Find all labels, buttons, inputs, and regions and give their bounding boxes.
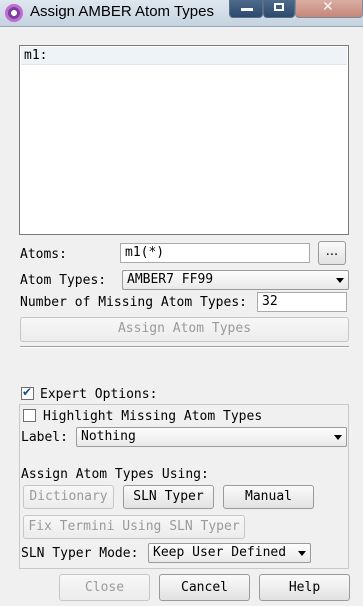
label-value: Nothing	[81, 429, 136, 444]
close-button[interactable]: Close	[59, 574, 150, 601]
label-select[interactable]: Nothing	[76, 427, 347, 447]
missing-count-field[interactable]: 32	[257, 292, 347, 312]
atoms-label: Atoms:	[20, 247, 67, 262]
maximize-icon	[274, 3, 284, 11]
chevron-down-icon	[334, 435, 342, 440]
chevron-down-icon	[298, 551, 306, 556]
assign-atom-types-button[interactable]: Assign Atom Types	[20, 317, 349, 342]
label-label: Label:	[21, 430, 68, 445]
manual-button[interactable]: Manual	[223, 485, 314, 509]
fix-termini-button[interactable]: Fix Termini Using SLN Typer	[23, 515, 245, 539]
expert-options-label: Expert Options:	[40, 387, 158, 402]
app-icon	[5, 4, 23, 22]
minimize-icon	[241, 8, 253, 11]
sln-mode-value: Keep User Defined	[153, 545, 287, 560]
highlight-missing-label: Highlight Missing Atom Types	[43, 409, 263, 424]
dictionary-button[interactable]: Dictionary	[23, 485, 114, 509]
window-title: Assign AMBER Atom Types	[30, 3, 214, 20]
maximize-button[interactable]	[263, 0, 295, 18]
checkmark-icon: ✔	[22, 385, 33, 399]
highlight-missing-checkbox[interactable]	[23, 409, 36, 422]
close-window-button[interactable]: ✕	[295, 0, 363, 18]
atoms-input[interactable]: m1(*)	[120, 243, 310, 263]
atom-types-value: AMBER7 FF99	[127, 272, 214, 287]
divider	[20, 346, 349, 348]
molecule-list[interactable]: m1:	[19, 45, 349, 235]
title-bar[interactable]: Assign AMBER Atom Types ✕	[0, 0, 363, 27]
chevron-down-icon	[336, 278, 344, 283]
cancel-button[interactable]: Cancel	[159, 574, 250, 601]
list-item[interactable]: m1:	[21, 47, 347, 65]
sln-mode-select[interactable]: Keep User Defined	[148, 543, 311, 563]
missing-count-label: Number of Missing Atom Types:	[20, 295, 247, 310]
atom-types-select[interactable]: AMBER7 FF99	[122, 270, 349, 290]
sln-mode-label: SLN Typer Mode:	[21, 546, 139, 561]
expert-options-checkbox[interactable]: ✔	[21, 385, 34, 400]
assign-using-label: Assign Atom Types Using:	[21, 467, 209, 482]
atom-types-label: Atom Types:	[20, 273, 107, 288]
browse-atoms-button[interactable]: ...	[318, 241, 346, 265]
minimize-button[interactable]	[229, 0, 263, 18]
close-icon: ✕	[322, 0, 334, 15]
help-button[interactable]: Help	[259, 574, 350, 601]
sln-typer-button[interactable]: SLN Typer	[123, 485, 214, 509]
